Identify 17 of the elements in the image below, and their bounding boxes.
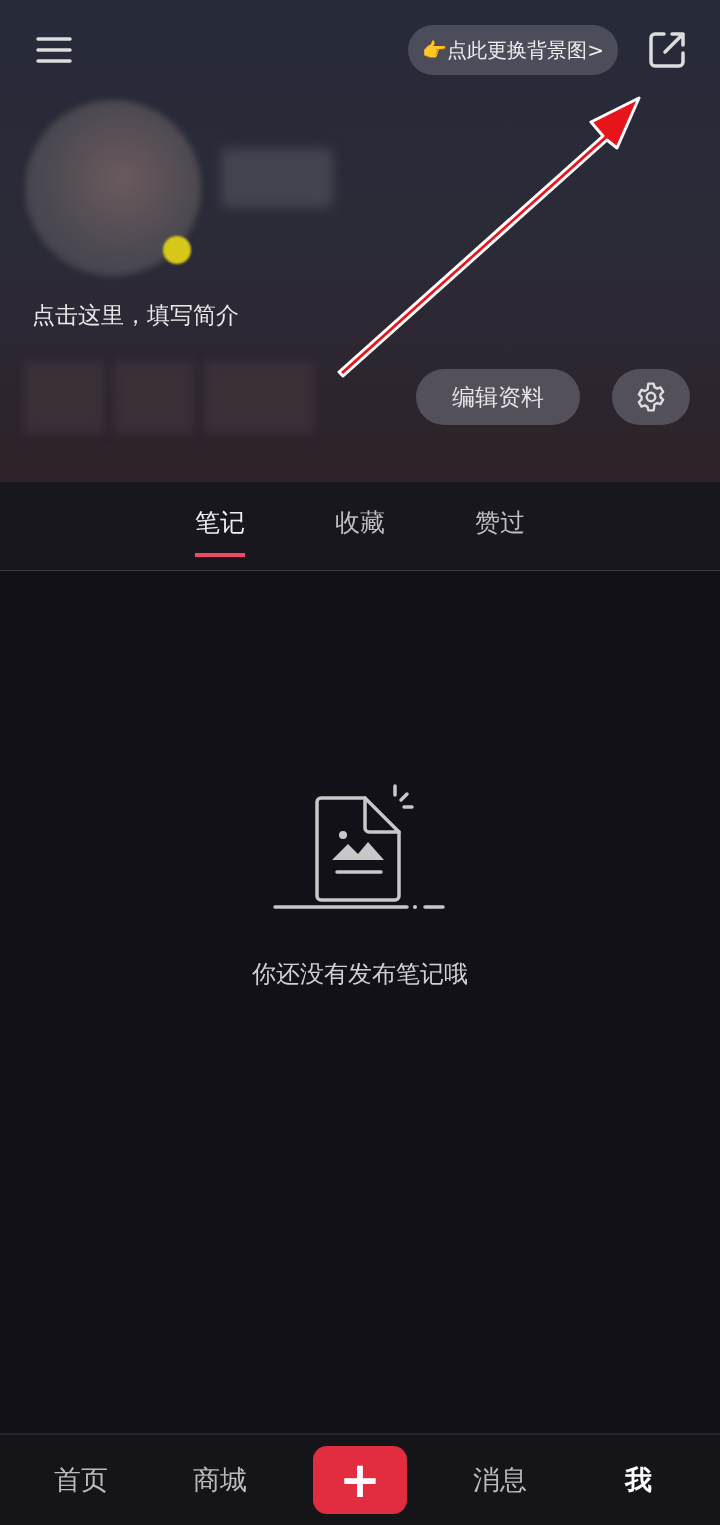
empty-message: 你还没有发布笔记哦 — [252, 959, 468, 990]
nav-tab[interactable]: 我 — [593, 1461, 684, 1499]
tab[interactable]: 收藏 — [335, 495, 385, 557]
share-icon[interactable] — [648, 31, 686, 69]
add-button[interactable]: + — [312, 1446, 407, 1514]
tab[interactable]: 赞过 — [475, 495, 525, 557]
settings-icon — [635, 381, 667, 413]
menu-icon[interactable] — [36, 36, 72, 64]
tab[interactable]: 笔记 — [195, 495, 245, 557]
avatar-badge — [163, 236, 191, 264]
nav-tab[interactable]: 消息 — [455, 1461, 546, 1499]
nav-tab[interactable]: 首页 — [36, 1461, 127, 1499]
settings-button[interactable] — [612, 369, 690, 425]
change-background-button[interactable]: 👉点此更换背景图> — [408, 25, 618, 75]
edit-profile-button[interactable]: 编辑资料 — [416, 369, 580, 425]
nav-tab[interactable]: 商城 — [174, 1461, 265, 1499]
bio-prompt[interactable]: 点击这里，填写简介 — [32, 300, 688, 331]
